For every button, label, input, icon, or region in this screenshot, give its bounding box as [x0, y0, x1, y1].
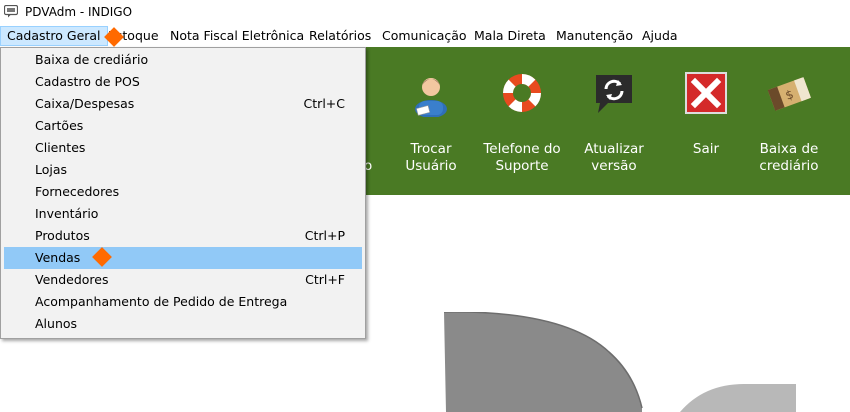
menu-item-cartoes[interactable]: Cartões — [4, 115, 362, 137]
exit-icon — [685, 72, 727, 114]
credit-payment-button[interactable]: $ Baixa de crediário — [752, 47, 826, 195]
support-phone-label-1: Telefone do — [483, 141, 561, 157]
menu-item-label: Produtos — [35, 228, 90, 243]
menu-ajuda[interactable]: Ajuda — [636, 26, 684, 46]
menu-item-label: Baixa de crediário — [35, 52, 149, 67]
money-ticket-icon: $ — [767, 77, 811, 111]
menu-item-caixa-despesas[interactable]: Caixa/Despesas Ctrl+C — [4, 93, 362, 115]
menu-item-label: Clientes — [35, 140, 86, 155]
app-icon — [4, 5, 18, 18]
user-icon — [415, 78, 447, 117]
menu-relatorios[interactable]: Relatórios — [303, 26, 377, 46]
menu-item-fornecedores[interactable]: Fornecedores — [4, 181, 362, 203]
window-title: PDVAdm - INDIGO — [25, 5, 133, 19]
menu-item-lojas[interactable]: Lojas — [4, 159, 362, 181]
switch-user-button[interactable]: Trocar Usuário — [392, 47, 470, 195]
menu-item-shortcut: Ctrl+C — [303, 96, 345, 111]
support-phone-label-2: Suporte — [495, 158, 549, 174]
menu-item-label: Alunos — [35, 316, 78, 331]
menu-item-shortcut: Ctrl+F — [305, 272, 345, 287]
menu-item-label: Acompanhamento de Pedido de Entrega — [35, 294, 288, 309]
menu-item-vendas[interactable]: Vendas — [4, 247, 362, 269]
credit-payment-label-1: Baixa de — [759, 141, 819, 157]
menu-nota-fiscal-eletronica[interactable]: Nota Fiscal Eletrônica — [164, 26, 310, 46]
switch-user-label-1: Trocar — [410, 141, 452, 157]
menu-item-alunos[interactable]: Alunos — [4, 313, 362, 335]
menu-item-vendedores[interactable]: Vendedores Ctrl+F — [4, 269, 362, 291]
menu-item-label: Vendedores — [35, 272, 109, 287]
exit-button[interactable]: Sair — [676, 47, 736, 195]
refresh-chat-icon — [596, 75, 632, 113]
menu-item-cadastro-de-pos[interactable]: Cadastro de POS — [4, 71, 362, 93]
menu-bar: Cadastro Geral Estoque Nota Fiscal Eletr… — [0, 25, 850, 47]
update-version-label-1: Atualizar — [584, 141, 644, 157]
menu-item-clientes[interactable]: Clientes — [4, 137, 362, 159]
menu-item-acompanhamento-de-pedido[interactable]: Acompanhamento de Pedido de Entrega — [4, 291, 362, 313]
menu-item-inventario[interactable]: Inventário — [4, 203, 362, 225]
menu-item-label: Cartões — [35, 118, 84, 133]
menu-item-label: Inventário — [35, 206, 99, 221]
credit-payment-label-2: crediário — [759, 158, 819, 174]
menu-manutencao[interactable]: Manutenção — [550, 26, 639, 46]
exit-label: Sair — [692, 141, 720, 157]
update-version-button[interactable]: Atualizar versão — [576, 47, 652, 195]
menu-item-label: Lojas — [35, 162, 68, 177]
menu-cadastro-geral[interactable]: Cadastro Geral — [0, 26, 108, 46]
lifebuoy-icon — [503, 74, 541, 112]
menu-item-produtos[interactable]: Produtos Ctrl+P — [4, 225, 362, 247]
update-version-label-2: versão — [591, 158, 637, 174]
switch-user-label-2: Usuário — [405, 158, 457, 174]
menu-item-label: Cadastro de POS — [35, 74, 140, 89]
cadastro-geral-dropdown: Baixa de crediário Cadastro de POS Caixa… — [0, 47, 366, 339]
menu-item-label: Vendas — [35, 250, 81, 265]
title-bar: PDVAdm - INDIGO — [0, 0, 850, 25]
menu-item-label: Caixa/Despesas — [35, 96, 135, 111]
menu-item-shortcut: Ctrl+P — [304, 228, 345, 243]
menu-item-label: Fornecedores — [35, 184, 120, 199]
menu-item-baixa-de-crediario[interactable]: Baixa de crediário — [4, 49, 362, 71]
support-phone-button[interactable]: Telefone do Suporte — [478, 47, 566, 195]
menu-comunicacao[interactable]: Comunicação — [376, 26, 473, 46]
background-logo-graphic — [444, 312, 796, 412]
menu-mala-direta[interactable]: Mala Direta — [468, 26, 552, 46]
